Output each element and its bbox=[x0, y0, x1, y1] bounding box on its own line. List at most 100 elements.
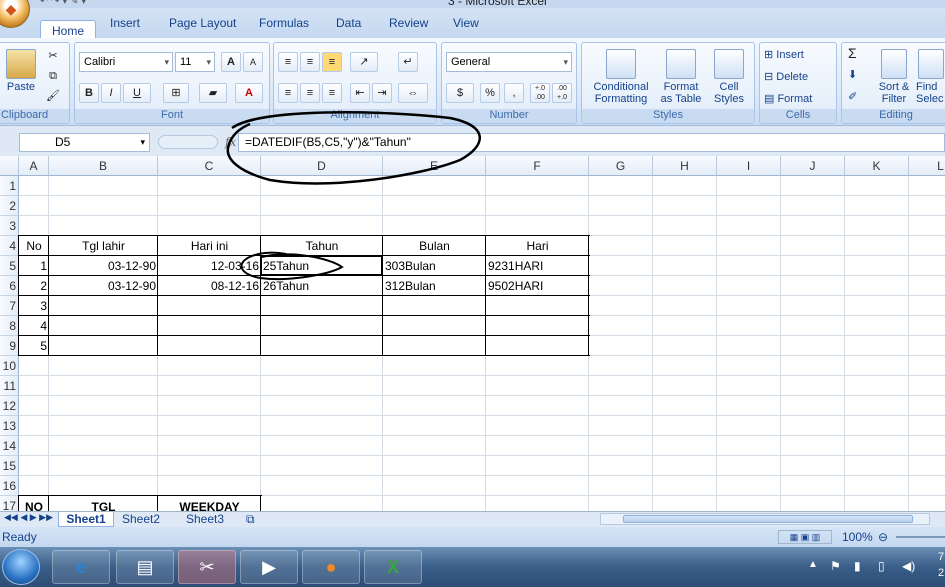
row-header[interactable]: 13 bbox=[0, 416, 19, 436]
align-middle-icon[interactable]: ≡ bbox=[300, 52, 320, 72]
row-header[interactable]: 15 bbox=[0, 456, 19, 476]
battery-icon[interactable]: ▯ bbox=[878, 559, 885, 573]
table-cell[interactable] bbox=[158, 316, 261, 336]
formula-input[interactable]: =DATEDIF(B5,C5,"y")&"Tahun" bbox=[238, 133, 945, 152]
table-header-cell[interactable]: No bbox=[19, 236, 49, 256]
row17-header-cell[interactable]: WEEKDAY bbox=[158, 497, 261, 511]
table-cell[interactable]: 2 bbox=[19, 276, 49, 296]
table-cell[interactable]: 312Bulan bbox=[383, 276, 486, 296]
tab-review[interactable]: Review bbox=[389, 16, 428, 30]
network-icon[interactable]: ▮ bbox=[854, 559, 861, 573]
align-center-icon[interactable]: ≡ bbox=[300, 83, 320, 103]
table-header-cell[interactable]: Tahun bbox=[261, 236, 383, 256]
number-format-select[interactable]: General bbox=[446, 52, 572, 72]
table-cell[interactable] bbox=[158, 336, 261, 356]
row-header[interactable]: 2 bbox=[0, 196, 19, 216]
font-color-icon[interactable]: A bbox=[235, 83, 263, 103]
orientation-icon[interactable]: ↗ bbox=[350, 52, 378, 72]
sort-filter-button[interactable]: Sort & Filter bbox=[876, 49, 912, 105]
column-header[interactable]: C bbox=[158, 156, 261, 176]
table-cell[interactable] bbox=[261, 316, 383, 336]
font-size-select[interactable]: 11 bbox=[175, 52, 215, 72]
merge-center-icon[interactable]: ⇔ bbox=[398, 83, 428, 103]
table-cell[interactable]: 4 bbox=[19, 316, 49, 336]
conditional-formatting-button[interactable]: Conditional Formatting bbox=[586, 49, 656, 105]
percent-button[interactable]: % bbox=[480, 83, 500, 103]
table-cell[interactable] bbox=[49, 336, 158, 356]
column-header[interactable]: E bbox=[383, 156, 486, 176]
fill-icon[interactable]: ⬇ bbox=[848, 69, 857, 81]
find-select-button[interactable]: Find Selec bbox=[916, 49, 945, 105]
name-box[interactable]: D5 bbox=[19, 133, 150, 152]
table-cell[interactable] bbox=[49, 316, 158, 336]
table-cell[interactable] bbox=[486, 336, 589, 356]
cell-styles-button[interactable]: Cell Styles bbox=[708, 49, 750, 105]
column-header[interactable]: B bbox=[49, 156, 158, 176]
table-cell[interactable] bbox=[261, 336, 383, 356]
sheet-nav-arrows-icon[interactable]: ◀◀ ◀ ▶ ▶▶ bbox=[4, 512, 53, 523]
clock-date[interactable]: 2 bbox=[938, 567, 944, 579]
paste-button[interactable]: Paste bbox=[5, 49, 37, 93]
select-all-corner[interactable] bbox=[0, 156, 19, 176]
column-header[interactable]: L bbox=[909, 156, 945, 176]
table-cell[interactable] bbox=[383, 336, 486, 356]
media-player-icon[interactable]: ▶ bbox=[240, 550, 298, 584]
excel-icon[interactable]: X bbox=[364, 550, 422, 584]
italic-button[interactable]: I bbox=[101, 83, 121, 103]
action-center-icon[interactable]: ⚑ bbox=[830, 559, 841, 573]
table-header-cell[interactable]: Bulan bbox=[383, 236, 486, 256]
column-header[interactable]: F bbox=[486, 156, 589, 176]
autosum-button[interactable]: Σ bbox=[848, 46, 857, 60]
insert-function-button[interactable]: fx bbox=[225, 135, 236, 149]
align-left-icon[interactable]: ≡ bbox=[278, 83, 298, 103]
table-cell[interactable] bbox=[49, 296, 158, 316]
wrap-text-icon[interactable]: ↵ bbox=[398, 52, 418, 72]
zoom-out-icon[interactable]: ⊖ bbox=[878, 527, 888, 547]
copy-icon[interactable]: ⧉ bbox=[43, 67, 63, 87]
column-header[interactable]: A bbox=[19, 156, 49, 176]
delete-cells-button[interactable]: ⊟ Delete bbox=[764, 71, 808, 83]
comma-button[interactable]: , bbox=[504, 83, 524, 103]
table-cell[interactable]: 9502HARI bbox=[486, 276, 589, 296]
table-cell[interactable] bbox=[261, 296, 383, 316]
table-cell[interactable] bbox=[383, 316, 486, 336]
row-header[interactable]: 4 bbox=[0, 236, 19, 256]
view-buttons[interactable]: ▦ ▣ ▥ bbox=[778, 530, 832, 544]
currency-button[interactable]: $ bbox=[446, 83, 474, 103]
internet-explorer-icon[interactable]: e bbox=[52, 550, 110, 584]
horizontal-scroll-thumb[interactable] bbox=[623, 515, 913, 523]
zoom-slider[interactable] bbox=[896, 536, 945, 538]
table-cell[interactable]: 303Bulan bbox=[383, 256, 486, 276]
table-cell[interactable]: 03-12-90 bbox=[49, 256, 158, 276]
row-header[interactable]: 1 bbox=[0, 176, 19, 196]
row-header[interactable]: 10 bbox=[0, 356, 19, 376]
snipping-tool-icon[interactable]: ✂ bbox=[178, 550, 236, 584]
quick-access-toolbar[interactable]: ↶ ↷ ▾ ✎ ▾ bbox=[40, 0, 86, 7]
row-header[interactable]: 3 bbox=[0, 216, 19, 236]
table-cell[interactable]: 03-12-90 bbox=[49, 276, 158, 296]
table-cell[interactable]: 9231HARI bbox=[486, 256, 589, 276]
insert-cells-button[interactable]: ⊞ Insert bbox=[764, 49, 804, 61]
table-cell[interactable]: 08-12-16 bbox=[158, 276, 261, 296]
align-right-icon[interactable]: ≡ bbox=[322, 83, 342, 103]
worksheet-grid[interactable]: A B C D E F G H I J K L 1 2 3 4 5 6 7 8 9 10 11 12 13 14 15 16 17 No T… bbox=[0, 156, 945, 511]
sheet-tab-sheet1[interactable]: Sheet1 bbox=[58, 512, 114, 527]
table-cell[interactable]: 5 bbox=[19, 336, 49, 356]
tab-insert[interactable]: Insert bbox=[110, 16, 140, 30]
align-top-icon[interactable]: ≡ bbox=[278, 52, 298, 72]
tab-data[interactable]: Data bbox=[336, 16, 361, 30]
align-bottom-icon[interactable]: ≡ bbox=[322, 52, 342, 72]
clock-hour[interactable]: 7 bbox=[938, 551, 944, 563]
decrease-indent-icon[interactable]: ⇤ bbox=[350, 83, 370, 103]
row-header[interactable]: 14 bbox=[0, 436, 19, 456]
column-header[interactable]: J bbox=[781, 156, 845, 176]
tab-formulas[interactable]: Formulas bbox=[259, 16, 309, 30]
volume-icon[interactable]: ◀) bbox=[902, 559, 915, 573]
decrease-decimal-button[interactable]: .00 +.0 bbox=[552, 83, 572, 103]
tray-arrow-icon[interactable]: ▲ bbox=[808, 559, 818, 570]
zoom-level[interactable]: 100% bbox=[842, 527, 873, 547]
table-header-cell[interactable]: Tgl lahir bbox=[49, 236, 158, 256]
column-header[interactable]: D bbox=[261, 156, 383, 176]
table-cell[interactable] bbox=[486, 296, 589, 316]
format-cells-button[interactable]: ▤ Format bbox=[764, 93, 812, 105]
